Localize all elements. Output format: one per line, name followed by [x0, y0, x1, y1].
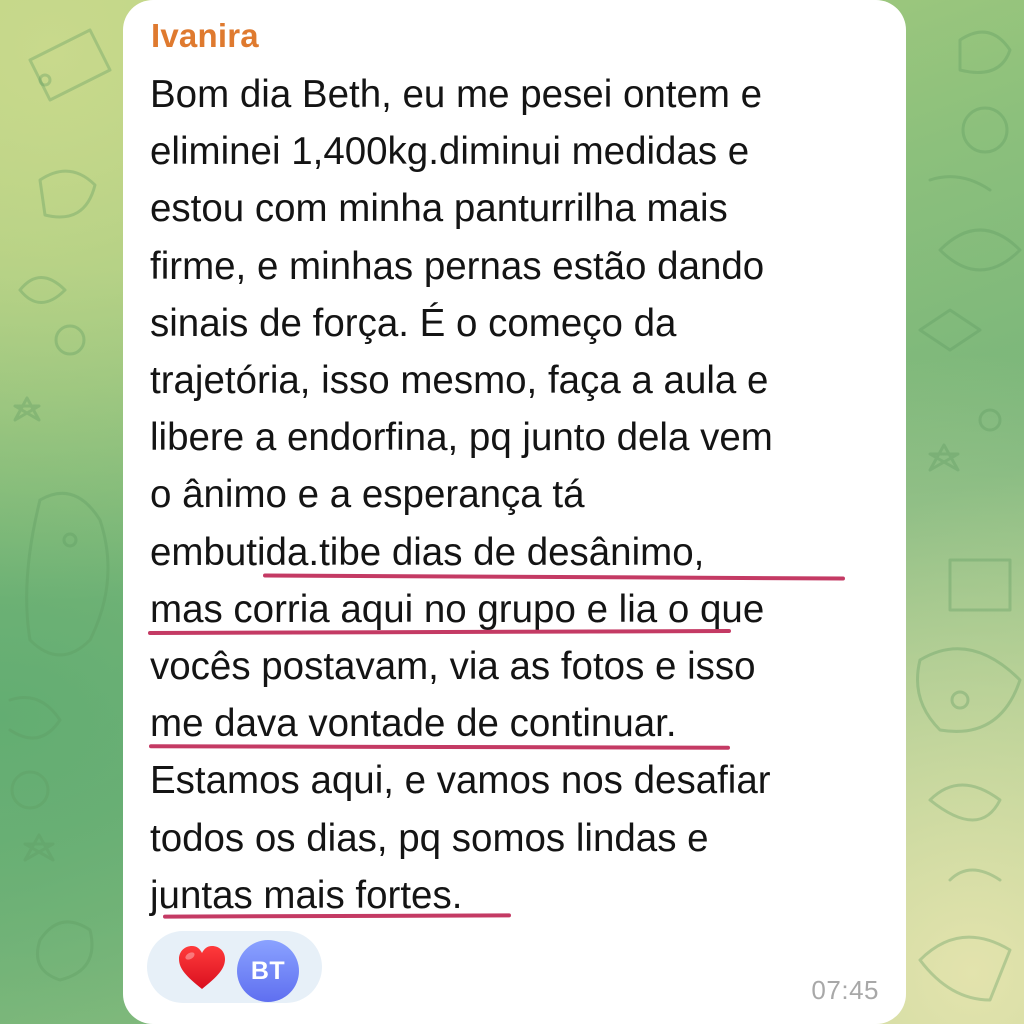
message-line: trajetória, isso mesmo, faça a aula e	[150, 359, 769, 403]
message-line: o ânimo e a esperança tá	[150, 473, 585, 517]
message-line: libere a endorfina, pq junto dela vem	[150, 416, 773, 460]
sender-name[interactable]: Ivanira	[151, 17, 259, 55]
message-line: sinais de força. É o começo da	[150, 301, 677, 345]
message-line: eliminei 1,400kg.diminui medidas e	[150, 130, 750, 174]
heart-icon[interactable]	[177, 945, 227, 991]
message-timestamp: 07:45	[811, 975, 879, 1005]
avatar[interactable]: BT	[237, 940, 299, 1002]
message-line: estou com minha panturrilha mais	[150, 187, 728, 231]
message-line: firme, e minhas pernas estão dando	[150, 244, 765, 288]
message-bubble[interactable]: Ivanira Bom dia Beth, eu me pesei ontem …	[123, 0, 906, 1024]
message-text: Bom dia Beth, eu me pesei ontem e elimin…	[150, 66, 890, 924]
message-line: todos os dias, pq somos lindas e	[150, 816, 709, 860]
reaction-bar[interactable]: BT	[147, 931, 322, 1003]
message-line: Bom dia Beth, eu me pesei ontem e	[150, 73, 763, 116]
message-line: Estamos aqui, e vamos nos desafiar	[150, 759, 771, 803]
message-line: embutida.tibe dias de desânimo,	[150, 530, 705, 574]
message-line: vocês postavam, via as fotos e isso	[150, 645, 756, 689]
